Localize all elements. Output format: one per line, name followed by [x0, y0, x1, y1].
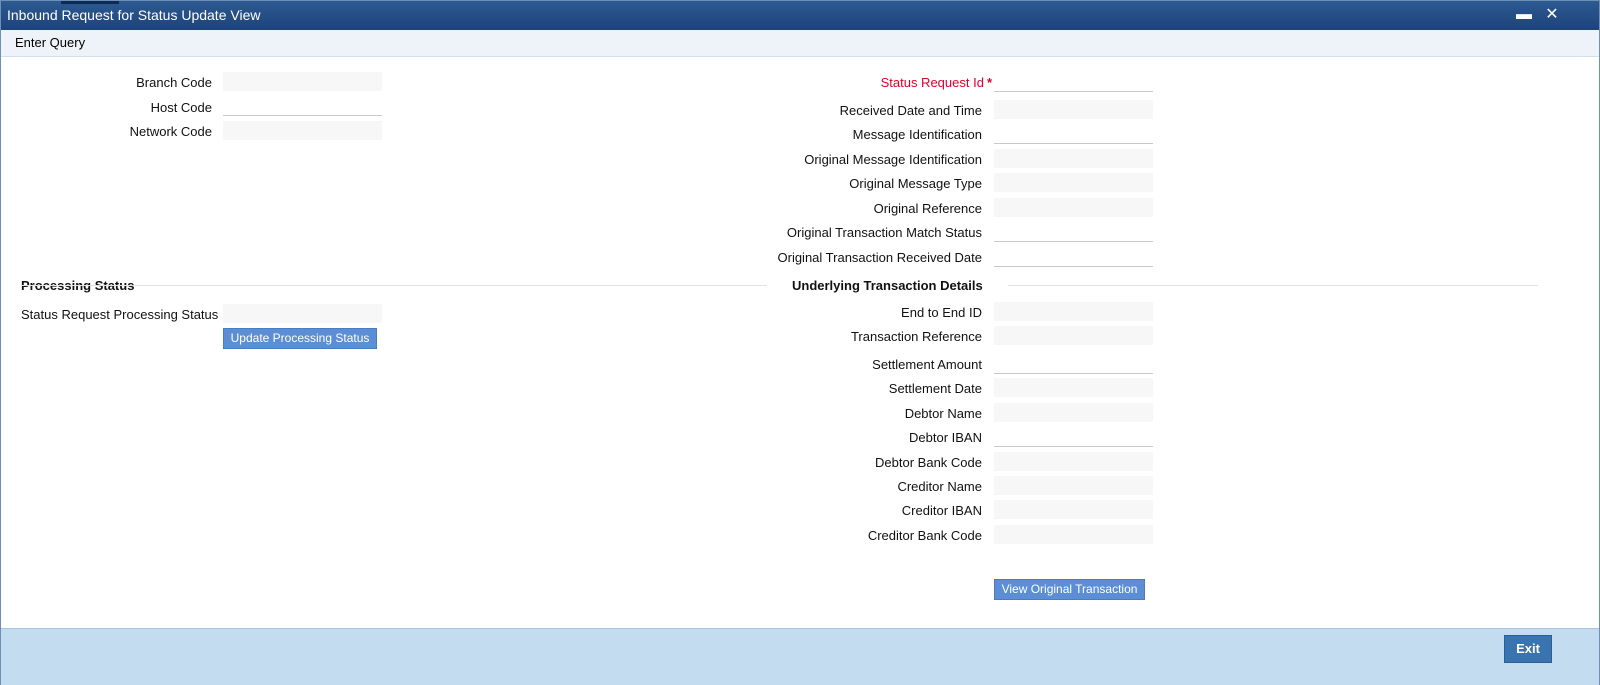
original-reference-label: Original Reference	[873, 201, 982, 216]
settlement-amount-field[interactable]	[994, 354, 1153, 374]
original-message-type-field[interactable]	[994, 173, 1153, 193]
exit-button[interactable]: Exit	[1504, 635, 1552, 663]
creditor-name-label: Creditor Name	[897, 479, 982, 494]
required-mark: *	[986, 75, 992, 90]
close-icon[interactable]: ✕	[1543, 6, 1561, 24]
settlement-date-label: Settlement Date	[888, 381, 982, 396]
received-date-time-label: Received Date and Time	[839, 103, 982, 118]
status-request-id-label: Status Request Id *	[881, 75, 992, 90]
update-processing-status-button[interactable]: Update Processing Status	[223, 328, 377, 349]
debtor-name-label: Debtor Name	[904, 406, 982, 421]
end-to-end-id-label: End to End ID	[901, 305, 982, 320]
debtor-bank-code-field[interactable]	[994, 452, 1153, 472]
original-message-identification-label: Original Message Identification	[804, 152, 982, 167]
transaction-reference-label: Transaction Reference	[850, 329, 982, 344]
debtor-iban-label: Debtor IBAN	[909, 430, 982, 445]
title-tab-accent	[61, 1, 119, 4]
footer-bar: Exit	[1, 628, 1599, 685]
host-code-field[interactable]	[223, 96, 382, 116]
transaction-reference-field[interactable]	[994, 326, 1153, 346]
title-bar: Inbound Request for Status Update View ▬…	[1, 1, 1599, 30]
original-transaction-received-date-label: Original Transaction Received Date	[777, 250, 983, 265]
enter-query-menu-item[interactable]: Enter Query	[15, 35, 85, 50]
debtor-iban-field[interactable]	[994, 427, 1153, 447]
menu-bar: Enter Query	[1, 30, 1599, 57]
network-code-label: Network Code	[129, 124, 212, 139]
original-message-identification-field[interactable]	[994, 149, 1153, 169]
settlement-amount-label: Settlement Amount	[872, 357, 982, 372]
debtor-name-field[interactable]	[994, 403, 1153, 423]
end-to-end-id-field[interactable]	[994, 302, 1153, 322]
received-date-time-field[interactable]	[994, 100, 1153, 120]
creditor-name-field[interactable]	[994, 476, 1153, 496]
message-identification-field[interactable]	[994, 124, 1153, 144]
original-message-type-label: Original Message Type	[849, 176, 982, 191]
creditor-bank-code-field[interactable]	[994, 525, 1153, 545]
underlying-transaction-details-divider	[1008, 285, 1538, 286]
status-request-processing-status-field[interactable]	[223, 304, 382, 324]
status-request-id-label-text: Status Request Id	[880, 75, 984, 90]
window-title: Inbound Request for Status Update View	[7, 7, 261, 23]
debtor-bank-code-label: Debtor Bank Code	[875, 455, 982, 470]
branch-code-field[interactable]	[223, 72, 382, 92]
original-transaction-match-status-field[interactable]	[994, 222, 1153, 242]
host-code-label: Host Code	[150, 100, 212, 115]
view-original-transaction-button[interactable]: View Original Transaction	[994, 579, 1145, 600]
network-code-field[interactable]	[223, 121, 382, 141]
minimize-icon[interactable]: ▬	[1515, 6, 1533, 24]
branch-code-label: Branch Code	[136, 75, 212, 90]
creditor-bank-code-label: Creditor Bank Code	[867, 528, 982, 543]
processing-status-divider	[21, 285, 767, 286]
status-request-id-field[interactable]	[994, 72, 1153, 92]
original-transaction-match-status-label: Original Transaction Match Status	[786, 225, 982, 240]
original-reference-field[interactable]	[994, 198, 1153, 218]
creditor-iban-label: Creditor IBAN	[901, 503, 982, 518]
message-identification-label: Message Identification	[852, 127, 982, 142]
app-window: Inbound Request for Status Update View ▬…	[0, 0, 1600, 685]
status-request-processing-status-label: Status Request Processing Status	[21, 307, 219, 322]
settlement-date-field[interactable]	[994, 378, 1153, 398]
underlying-transaction-details-heading: Underlying Transaction Details	[792, 278, 983, 293]
original-transaction-received-date-field[interactable]	[994, 247, 1153, 267]
creditor-iban-field[interactable]	[994, 500, 1153, 520]
